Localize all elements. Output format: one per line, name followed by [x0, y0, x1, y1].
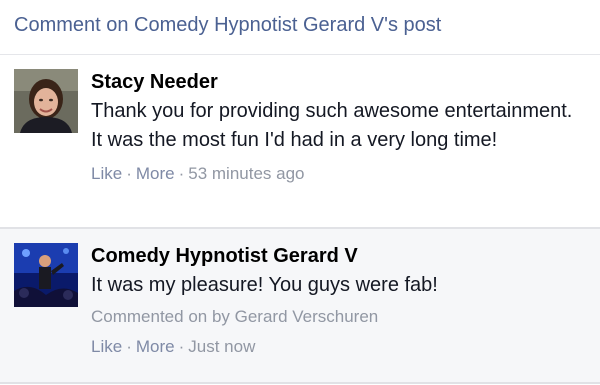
separator: · [126, 164, 132, 183]
more-link[interactable]: More [136, 337, 175, 356]
avatar[interactable] [14, 69, 78, 133]
separator: · [126, 337, 132, 356]
avatar[interactable] [14, 243, 78, 307]
like-link[interactable]: Like [91, 337, 122, 356]
like-link[interactable]: Like [91, 164, 122, 183]
comment-attribution: Commented on by Gerard Verschuren [91, 307, 379, 326]
avatar-photo [14, 69, 78, 133]
more-link[interactable]: More [136, 164, 175, 183]
comment-timestamp: Just now [188, 337, 256, 356]
page-title: Comment on Comedy Hypnotist Gerard V's p… [14, 14, 442, 36]
comment-text: Thank you for providing such awesome ent… [91, 100, 573, 151]
comment-timestamp: 53 minutes ago [188, 164, 305, 183]
page-header: Comment on Comedy Hypnotist Gerard V's p… [0, 0, 600, 55]
separator: · [178, 164, 185, 183]
comment-item: Comedy Hypnotist Gerard V It was my plea… [0, 229, 600, 384]
comment-text: It was my pleasure! You guys were fab! [91, 274, 438, 296]
comment-item: Stacy Needer Thank you for providing suc… [0, 55, 600, 229]
comment-author[interactable]: Stacy Needer [91, 69, 580, 95]
comment-author[interactable]: Comedy Hypnotist Gerard V [91, 243, 580, 269]
comment-actions: Like · More · Just now [91, 336, 580, 358]
comment-actions: Like · More · 53 minutes ago [91, 163, 580, 185]
avatar-photo [14, 243, 78, 307]
separator: · [178, 337, 185, 356]
